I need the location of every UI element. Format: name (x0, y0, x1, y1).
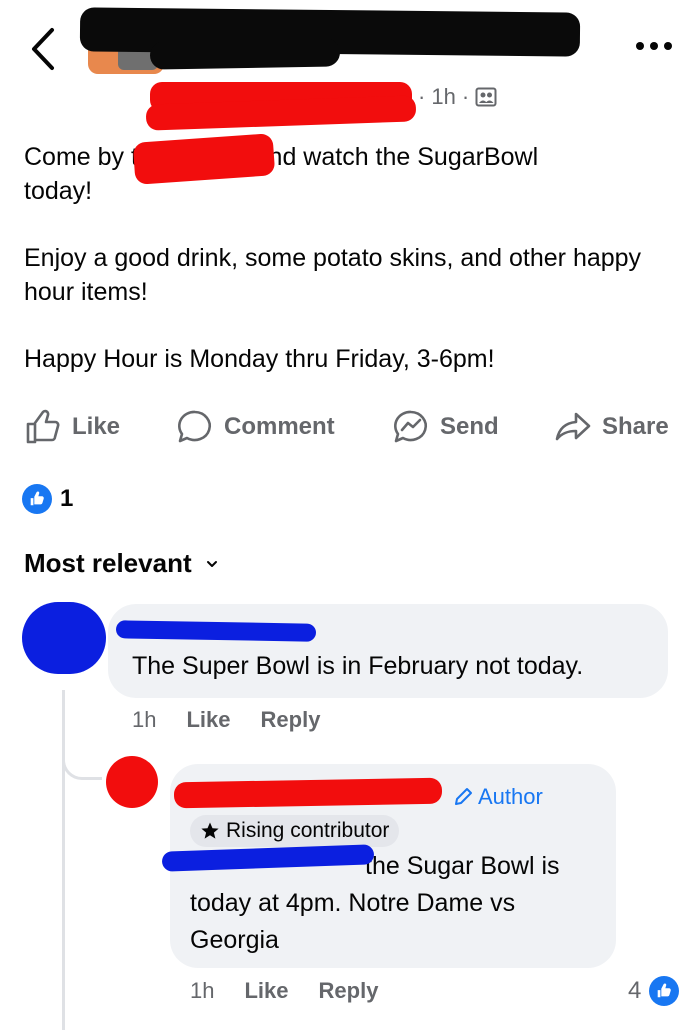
more-dots-icon (636, 42, 672, 50)
author-label: Author (478, 784, 543, 809)
reply-text-rest: today at 4pm. Notre Dame vs Georgia (190, 889, 516, 954)
commenter-avatar[interactable] (22, 602, 106, 674)
reply-avatar[interactable] (106, 756, 158, 808)
share-button[interactable]: Share (554, 402, 669, 452)
post-paragraph: Come by th se and watch the SugarBowl to… (24, 143, 539, 205)
rising-contributor-badge: Rising contributor (190, 815, 400, 847)
pencil-icon (455, 788, 472, 805)
reply-text-line1: the Sugar Bowl is (365, 852, 560, 880)
like-label: Like (72, 413, 121, 440)
reaction-count: 1 (60, 485, 74, 512)
post-body: Come by th se and watch the SugarBowl to… (24, 140, 674, 409)
comment-label: Comment (224, 413, 335, 440)
post-paragraph: Enjoy a good drink, some potato skins, a… (24, 244, 649, 306)
like-reaction-icon (22, 484, 52, 514)
redaction-commenter-name (115, 620, 317, 642)
comment-sort-dropdown[interactable]: Most relevant (24, 548, 220, 579)
send-label: Send (440, 413, 499, 440)
meta-separator: · (461, 84, 470, 109)
more-options-button[interactable] (630, 32, 678, 60)
comment-bubble (108, 604, 668, 698)
redaction-page-name-2 (149, 38, 341, 70)
meta-separator: · (418, 84, 426, 109)
share-label: Share (602, 413, 669, 440)
rising-contributor-label: Rising contributor (226, 819, 390, 842)
redaction-reply-name (173, 777, 443, 809)
reply-meta: 1h Like Reply (190, 978, 378, 1004)
reply-reply-link[interactable]: Reply (319, 978, 379, 1004)
reaction-summary[interactable]: 1 (22, 484, 73, 514)
chevron-down-icon (206, 560, 217, 567)
like-reaction-icon (649, 976, 680, 1006)
comment-reply-link[interactable]: Reply (261, 707, 321, 733)
star-icon (201, 822, 219, 839)
post-actions-bar: Like Comment Send Share (0, 402, 700, 452)
comment-button[interactable]: Comment (176, 402, 335, 452)
comment-like-link[interactable]: Like (186, 707, 230, 733)
comment-bubble-icon (178, 410, 211, 443)
audience-group-icon[interactable] (475, 86, 497, 108)
chevron-left-icon (32, 28, 54, 70)
comment-time: 1h (132, 707, 157, 732)
reply-time: 1h (190, 978, 215, 1003)
back-button[interactable] (22, 24, 66, 74)
share-arrow-icon (555, 412, 591, 441)
author-badge: Author (452, 784, 543, 810)
thumbs-up-icon (26, 409, 60, 444)
comment-meta: 1h Like Reply (132, 707, 320, 733)
reply-like-link[interactable]: Like (244, 978, 288, 1004)
reply-reaction-summary[interactable]: 4 (628, 976, 680, 1006)
reply-reaction-count: 4 (628, 977, 642, 1004)
send-button[interactable]: Send (392, 402, 499, 452)
post-time: 1h (431, 84, 456, 109)
like-button[interactable]: Like (24, 402, 120, 452)
reply-connector (62, 740, 102, 780)
messenger-icon (394, 410, 427, 443)
post-paragraph: Happy Hour is Monday thru Friday, 3-6pm! (24, 345, 495, 373)
sort-label: Most relevant (24, 548, 192, 578)
comment-text: The Super Bowl is in February not today. (132, 652, 584, 680)
